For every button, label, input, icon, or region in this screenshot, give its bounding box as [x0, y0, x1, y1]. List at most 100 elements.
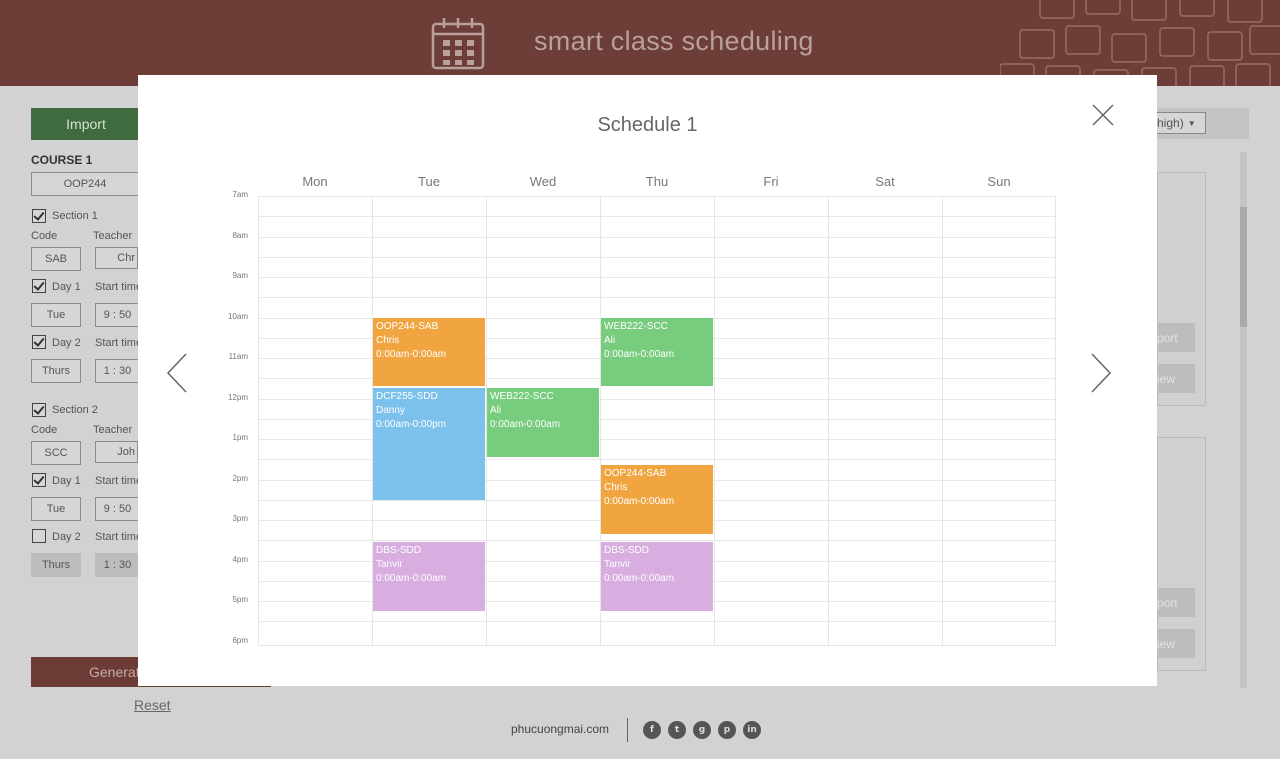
chevron-right-icon[interactable] — [1088, 352, 1112, 394]
time-label: 4pm — [232, 554, 248, 564]
section2-checkbox[interactable] — [32, 403, 46, 417]
calendar-event[interactable]: OOP244-SAB Chris 0:00am-0:00am — [601, 465, 713, 535]
section2-day1-time[interactable]: 9 : 50 — [95, 497, 140, 521]
grid-row-line — [258, 621, 1056, 623]
section1-code-input[interactable]: SAB — [31, 247, 81, 271]
course-heading: COURSE 1 — [31, 153, 93, 167]
section2-day2-time[interactable]: 1 : 30 — [95, 553, 140, 577]
section1-day1-select[interactable]: Tue — [31, 303, 81, 327]
event-time: 0:00am-0:00am — [604, 348, 675, 360]
export-button-1[interactable]: port — [1157, 323, 1195, 352]
grid-column-divider — [714, 196, 715, 646]
event-teacher: Chris — [604, 482, 628, 494]
section2-teacher-label: Teacher — [93, 424, 133, 436]
calendar-event[interactable]: WEB222-SCC Ali 0:00am-0:00am — [601, 317, 713, 387]
twitter-icon[interactable]: t — [668, 721, 686, 739]
section1-teacher-input[interactable]: Chr — [95, 247, 138, 269]
facebook-icon[interactable]: f — [643, 721, 661, 739]
event-time: 0:00am-0:00am — [376, 348, 447, 360]
time-label: 10am — [227, 311, 248, 321]
github-icon[interactable]: g — [693, 721, 711, 739]
section1-code-label: Code — [31, 230, 58, 242]
grid-row-line — [258, 236, 1056, 238]
section2-day2-checkbox[interactable] — [32, 529, 46, 543]
time-label: 12pm — [227, 392, 248, 402]
calendar-event[interactable]: DBS-SDD Tanvir 0:00am-0:00am — [601, 542, 713, 612]
grid-row-line — [258, 297, 1056, 299]
calendar-event[interactable]: DBS-SDD Tanvir 0:00am-0:00am — [373, 542, 485, 612]
view-button-1[interactable]: iew — [1157, 364, 1195, 393]
day-header-mon: Mon — [302, 174, 328, 189]
pinterest-icon[interactable]: p — [718, 721, 736, 739]
time-label: 7am — [232, 190, 248, 199]
section1-day2-checkbox[interactable] — [32, 335, 46, 349]
section2-code-input[interactable]: SCC — [31, 441, 81, 465]
event-time: 0:00am-0:00am — [376, 573, 447, 585]
event-title: DBS-SDD — [376, 545, 422, 557]
event-teacher: Ali — [604, 334, 616, 346]
schedule-modal: Schedule 1 Mon Tue Wed Thu Fri Sat Sun 7am 8am 9a… — [138, 75, 1157, 686]
section2-day2-start-label: Start time — [95, 531, 143, 543]
day-header-sun: Sun — [987, 174, 1011, 189]
section2-day1-select[interactable]: Tue — [31, 497, 81, 521]
section1-day2-select[interactable]: Thurs — [31, 359, 81, 383]
section1-day2-start-label: Start time — [95, 337, 143, 349]
grid-column-divider — [942, 196, 943, 646]
section2-label: Section 2 — [52, 404, 98, 416]
export-button-2[interactable]: port — [1157, 588, 1195, 617]
calendar-event[interactable]: WEB222-SCC Ali 0:00am-0:00am — [487, 388, 599, 458]
event-title: OOP244-SAB — [604, 468, 667, 480]
app-title: smart class scheduling — [534, 26, 814, 56]
calendar-event[interactable]: DCF255-SDD Danny 0:00am-0:00pm — [373, 388, 485, 500]
section2-day2-select[interactable]: Thurs — [31, 553, 81, 577]
day-header-thu: Thu — [645, 174, 669, 189]
section2-day2-label: Day 2 — [52, 531, 81, 543]
app-header: smart class scheduling — [0, 0, 1280, 86]
event-title: DBS-SDD — [604, 545, 650, 557]
section2-teacher-input[interactable]: Joh — [95, 441, 138, 463]
section1-day1-time[interactable]: 9 : 50 — [95, 303, 140, 327]
reset-link[interactable]: Reset — [134, 697, 171, 713]
view-button-2[interactable]: iew — [1157, 629, 1195, 658]
day-header-tue: Tue — [418, 174, 440, 189]
section1-day2-time[interactable]: 1 : 30 — [95, 359, 140, 383]
event-teacher: Danny — [376, 405, 405, 417]
event-teacher: Tanvir — [376, 559, 403, 571]
event-time: 0:00am-0:00am — [604, 496, 675, 508]
day-header-fri: Fri — [763, 174, 779, 189]
time-label: 1pm — [232, 433, 248, 442]
event-time: 0:00am-0:00pm — [376, 419, 447, 431]
event-title: DCF255-SDD — [376, 391, 438, 403]
calendar-event[interactable]: OOP244-SAB Chris 0:00am-0:00am — [373, 317, 485, 387]
scrollbar-thumb[interactable] — [1240, 207, 1247, 327]
section1-day1-start-label: Start time — [95, 281, 143, 293]
section1-day1-checkbox[interactable] — [32, 279, 46, 293]
day-header-wed: Wed — [529, 174, 557, 189]
page-scrollbar[interactable] — [1240, 152, 1247, 688]
grid-row-line — [258, 256, 1056, 258]
priority-select[interactable]: high) ▼ — [1150, 112, 1206, 134]
time-label: 5pm — [232, 595, 248, 604]
grid-column-divider — [828, 196, 829, 646]
import-button[interactable]: Import — [31, 108, 141, 140]
section1-teacher-label: Teacher — [93, 230, 133, 242]
course-code-input[interactable]: OOP244 — [31, 172, 139, 196]
time-label: 2pm — [232, 473, 248, 483]
event-teacher: Chris — [376, 334, 400, 346]
time-label: 9am — [232, 271, 248, 280]
priority-select-value: high) — [1157, 116, 1184, 130]
section2-day1-checkbox[interactable] — [32, 473, 46, 487]
section2-day1-label: Day 1 — [52, 475, 81, 487]
close-icon[interactable] — [1091, 103, 1115, 127]
section2-code-label: Code — [31, 424, 58, 436]
chevron-left-icon[interactable] — [166, 352, 190, 394]
section1-checkbox[interactable] — [32, 209, 46, 223]
time-label: 3pm — [232, 514, 248, 523]
calendar-logo-icon — [431, 18, 485, 70]
event-time: 0:00am-0:00am — [604, 573, 675, 585]
linkedin-icon[interactable]: in — [743, 721, 761, 739]
time-label: 6pm — [232, 635, 248, 645]
footer-site-link[interactable]: phucuongmai.com — [511, 722, 609, 736]
modal-title: Schedule 1 — [597, 114, 698, 136]
event-title: WEB222-SCC — [490, 391, 554, 403]
